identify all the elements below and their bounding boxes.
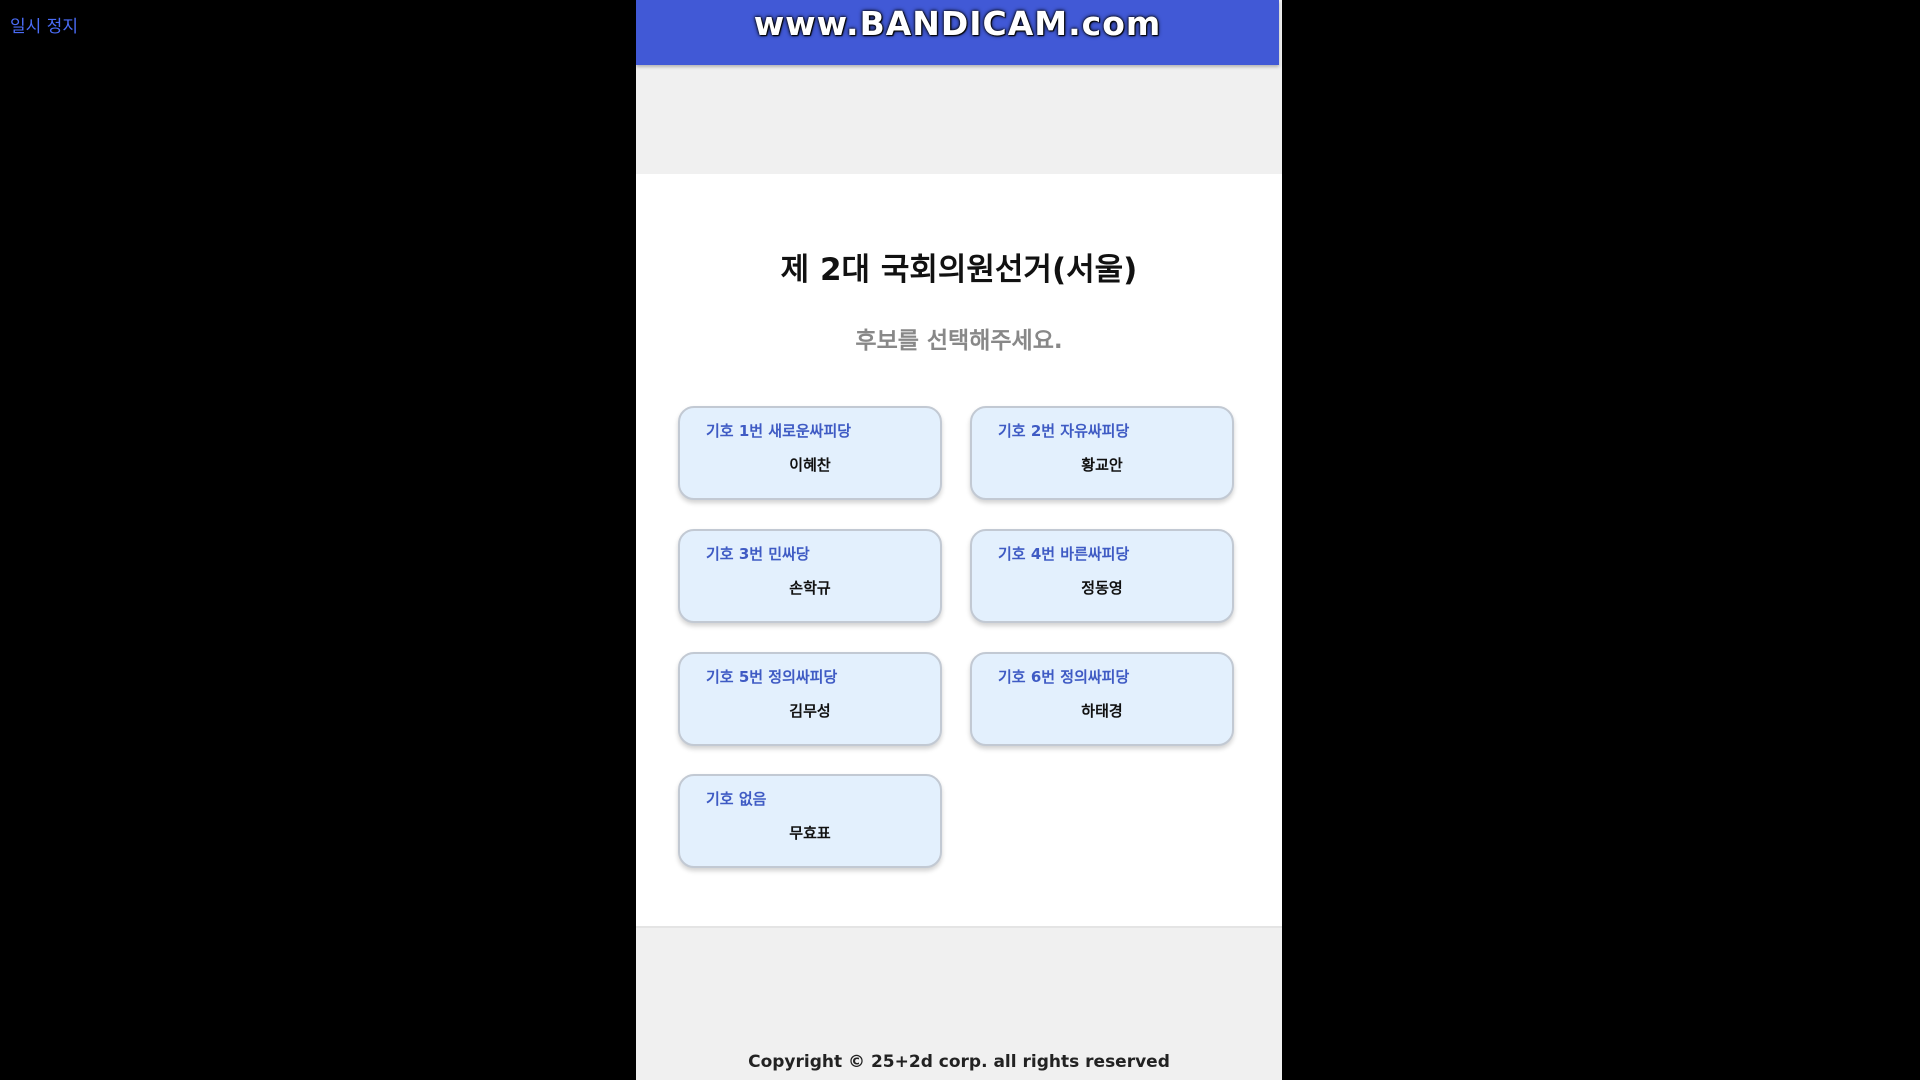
- ballot-panel: 제 2대 국회의원선거(서울) 후보를 선택해주세요. 기호 1번 새로운싸피당…: [636, 174, 1282, 928]
- page-subtitle: 후보를 선택해주세요.: [855, 328, 1063, 354]
- mobile-viewport: www.BANDICAM.com 제 2대 국회의원선거(서울) 후보를 선택해…: [636, 0, 1282, 1080]
- candidate-party: 기호 1번 새로운싸피당: [706, 422, 852, 440]
- candidate-name: 황교안: [1081, 456, 1123, 474]
- candidate-party: 기호 5번 정의싸피당: [706, 668, 838, 686]
- page-title: 제 2대 국회의원선거(서울): [780, 252, 1138, 288]
- candidate-name: 김무성: [789, 702, 831, 720]
- candidate-button-6[interactable]: 기호 6번 정의싸피당 하태경: [970, 652, 1234, 746]
- candidate-button-2[interactable]: 기호 2번 자유싸피당 황교안: [970, 406, 1234, 500]
- candidate-name: 하태경: [1081, 702, 1123, 720]
- candidate-party: 기호 6번 정의싸피당: [998, 668, 1130, 686]
- candidate-button-1[interactable]: 기호 1번 새로운싸피당 이혜찬: [678, 406, 942, 500]
- candidate-button-3[interactable]: 기호 3번 민싸당 손학규: [678, 529, 942, 623]
- candidate-name: 무효표: [789, 824, 831, 842]
- candidate-party: 기호 2번 자유싸피당: [998, 422, 1130, 440]
- recording-watermark: www.BANDICAM.com: [753, 4, 1162, 43]
- candidate-name: 이혜찬: [789, 456, 831, 474]
- candidate-button-5[interactable]: 기호 5번 정의싸피당 김무성: [678, 652, 942, 746]
- pause-button[interactable]: 일시 정지: [10, 12, 78, 37]
- header-bar: www.BANDICAM.com: [636, 0, 1279, 65]
- candidate-party: 기호 없음: [706, 790, 767, 808]
- candidate-party: 기호 3번 민싸당: [706, 545, 810, 563]
- candidate-button-invalid[interactable]: 기호 없음 무효표: [678, 774, 942, 868]
- candidate-name: 손학규: [789, 579, 831, 597]
- candidate-name: 정동영: [1081, 579, 1123, 597]
- candidate-button-4[interactable]: 기호 4번 바른싸피당 정동영: [970, 529, 1234, 623]
- footer-copyright: Copyright © 25+2d corp. all rights reser…: [748, 1052, 1170, 1072]
- candidate-party: 기호 4번 바른싸피당: [998, 545, 1130, 563]
